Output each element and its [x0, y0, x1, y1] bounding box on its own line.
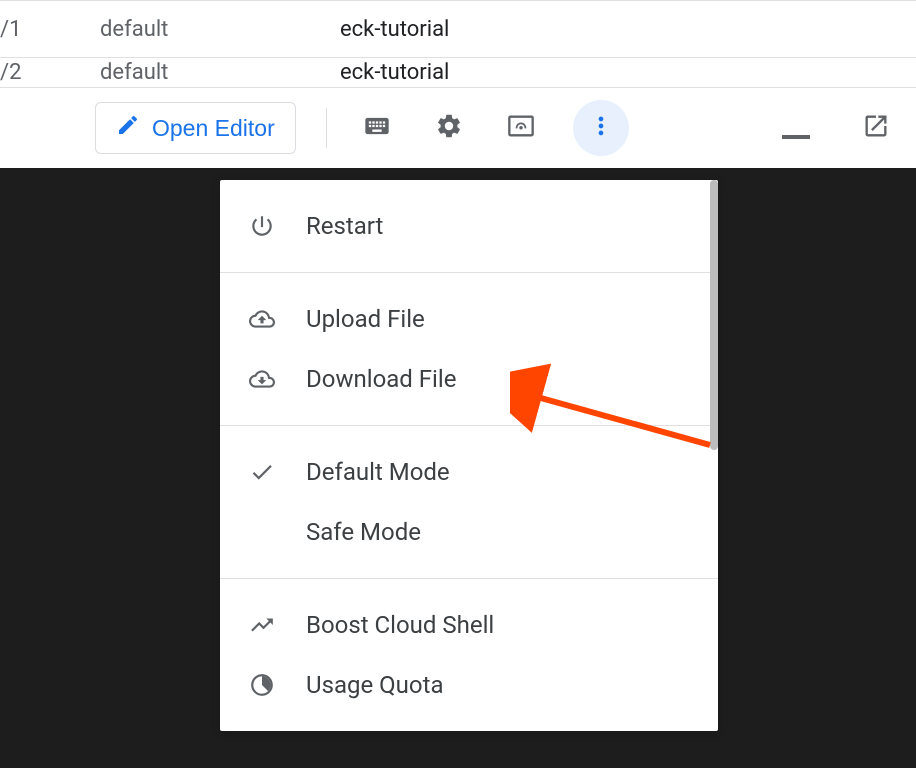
web-preview-button[interactable] — [501, 108, 541, 148]
toolbar-right — [776, 108, 896, 148]
menu-item-upload[interactable]: Upload File — [220, 289, 718, 349]
table-row[interactable]: /2 default eck-tutorial — [0, 58, 916, 88]
check-icon — [248, 458, 276, 486]
menu-item-safe-mode[interactable]: Safe Mode — [220, 502, 718, 562]
trending-up-icon — [248, 611, 276, 639]
cell-namespace: default — [100, 17, 340, 42]
toolbar: Open Editor — [0, 88, 916, 168]
menu-label: Restart — [306, 212, 383, 240]
menu-label: Download File — [306, 365, 456, 393]
toolbar-icons — [357, 100, 629, 156]
open-editor-button[interactable]: Open Editor — [95, 102, 296, 154]
menu-item-restart[interactable]: Restart — [220, 196, 718, 256]
menu-label: Safe Mode — [306, 518, 421, 546]
cell-name: eck-tutorial — [340, 60, 916, 85]
settings-button[interactable] — [429, 108, 469, 148]
cell-id: /2 — [0, 60, 100, 85]
cell-id: /1 — [0, 17, 100, 42]
scrollbar[interactable] — [710, 180, 718, 450]
menu-item-default-mode[interactable]: Default Mode — [220, 442, 718, 502]
circular-progress-icon — [248, 671, 276, 699]
menu-label: Boost Cloud Shell — [306, 611, 494, 639]
divider — [326, 108, 327, 148]
cell-name: eck-tutorial — [340, 17, 916, 42]
cloud-upload-icon — [248, 305, 276, 333]
minimize-button[interactable] — [776, 108, 816, 148]
pencil-icon — [116, 113, 140, 143]
menu-label: Usage Quota — [306, 671, 444, 699]
open-editor-label: Open Editor — [152, 115, 275, 142]
more-options-button[interactable] — [573, 100, 629, 156]
more-vert-icon — [587, 112, 615, 144]
power-icon — [248, 212, 276, 240]
table-area: /1 default eck-tutorial /2 default eck-t… — [0, 0, 916, 88]
preview-icon — [507, 112, 535, 144]
table-row[interactable]: /1 default eck-tutorial — [0, 0, 916, 58]
more-options-menu: Restart Upload File Download File Defaul… — [220, 180, 718, 731]
keyboard-icon — [363, 112, 391, 144]
minimize-icon — [782, 135, 810, 139]
menu-label: Upload File — [306, 305, 425, 333]
keyboard-button[interactable] — [357, 108, 397, 148]
menu-label: Default Mode — [306, 458, 450, 486]
cloud-download-icon — [248, 365, 276, 393]
menu-item-download[interactable]: Download File — [220, 349, 718, 409]
open-in-new-icon — [862, 112, 890, 144]
menu-item-boost[interactable]: Boost Cloud Shell — [220, 595, 718, 655]
gear-icon — [435, 112, 463, 144]
menu-item-usage-quota[interactable]: Usage Quota — [220, 655, 718, 715]
open-new-window-button[interactable] — [856, 108, 896, 148]
cell-namespace: default — [100, 60, 340, 85]
